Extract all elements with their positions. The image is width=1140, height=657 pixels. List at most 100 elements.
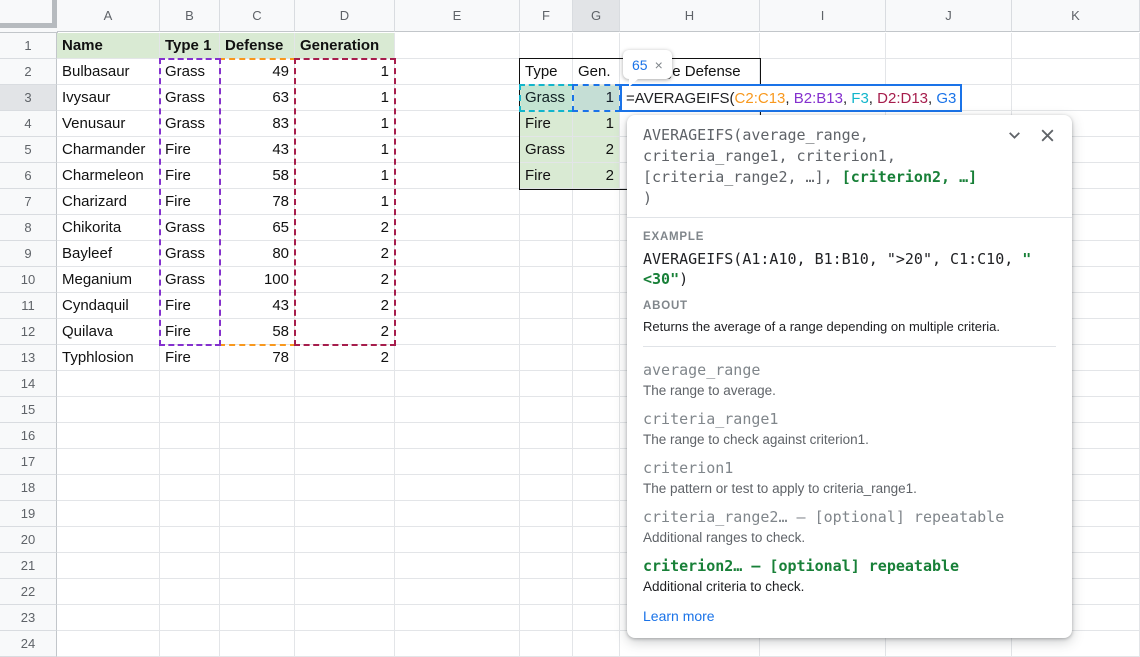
- cell-D9[interactable]: 2: [295, 241, 395, 267]
- cell-F16[interactable]: [520, 423, 573, 449]
- cell-I2[interactable]: [760, 59, 886, 85]
- column-header-D[interactable]: D: [295, 0, 395, 32]
- cell-F19[interactable]: [520, 501, 573, 527]
- cell-F10[interactable]: [520, 267, 573, 293]
- cell-K1[interactable]: [1012, 33, 1140, 59]
- cell-E8[interactable]: [395, 215, 520, 241]
- cell-B4[interactable]: Grass: [160, 111, 220, 137]
- cell-G7[interactable]: [573, 189, 620, 215]
- cell-B21[interactable]: [160, 553, 220, 579]
- row-header-3[interactable]: 3: [0, 85, 57, 111]
- cell-D3[interactable]: 1: [295, 85, 395, 111]
- cell-E2[interactable]: [395, 59, 520, 85]
- row-header-17[interactable]: 17: [0, 449, 57, 475]
- cell-D17[interactable]: [295, 449, 395, 475]
- cell-A20[interactable]: [57, 527, 160, 553]
- cell-A12[interactable]: Quilava: [57, 319, 160, 345]
- cell-B20[interactable]: [160, 527, 220, 553]
- column-header-I[interactable]: I: [760, 0, 886, 32]
- cell-E12[interactable]: [395, 319, 520, 345]
- cell-D22[interactable]: [295, 579, 395, 605]
- cell-F2[interactable]: Type: [520, 59, 573, 85]
- cell-B5[interactable]: Fire: [160, 137, 220, 163]
- cell-A19[interactable]: [57, 501, 160, 527]
- row-header-24[interactable]: 24: [0, 631, 57, 657]
- cell-A1[interactable]: Name: [57, 33, 160, 59]
- cell-E5[interactable]: [395, 137, 520, 163]
- cell-F13[interactable]: [520, 345, 573, 371]
- cell-F15[interactable]: [520, 397, 573, 423]
- column-header-F[interactable]: F: [520, 0, 573, 32]
- cell-D7[interactable]: 1: [295, 189, 395, 215]
- cell-A22[interactable]: [57, 579, 160, 605]
- cell-F24[interactable]: [520, 631, 573, 657]
- cell-D18[interactable]: [295, 475, 395, 501]
- cell-E14[interactable]: [395, 371, 520, 397]
- cell-D21[interactable]: [295, 553, 395, 579]
- cell-F14[interactable]: [520, 371, 573, 397]
- cell-G22[interactable]: [573, 579, 620, 605]
- cell-B2[interactable]: Grass: [160, 59, 220, 85]
- cell-G16[interactable]: [573, 423, 620, 449]
- cell-G5[interactable]: 2: [573, 137, 620, 163]
- cell-D11[interactable]: 2: [295, 293, 395, 319]
- cell-C22[interactable]: [220, 579, 295, 605]
- cell-F18[interactable]: [520, 475, 573, 501]
- row-header-16[interactable]: 16: [0, 423, 57, 449]
- cell-C6[interactable]: 58: [220, 163, 295, 189]
- cell-B14[interactable]: [160, 371, 220, 397]
- learn-more-link[interactable]: Learn more: [643, 608, 1056, 624]
- cell-F11[interactable]: [520, 293, 573, 319]
- cell-F12[interactable]: [520, 319, 573, 345]
- chevron-down-icon[interactable]: [1006, 127, 1023, 144]
- cell-E19[interactable]: [395, 501, 520, 527]
- cell-E22[interactable]: [395, 579, 520, 605]
- cell-C19[interactable]: [220, 501, 295, 527]
- cell-C18[interactable]: [220, 475, 295, 501]
- cell-A16[interactable]: [57, 423, 160, 449]
- column-header-J[interactable]: J: [886, 0, 1012, 32]
- cell-B11[interactable]: Fire: [160, 293, 220, 319]
- cell-A14[interactable]: [57, 371, 160, 397]
- cell-D1[interactable]: Generation: [295, 33, 395, 59]
- cell-A6[interactable]: Charmeleon: [57, 163, 160, 189]
- cell-E17[interactable]: [395, 449, 520, 475]
- cell-D10[interactable]: 2: [295, 267, 395, 293]
- cell-F20[interactable]: [520, 527, 573, 553]
- row-header-22[interactable]: 22: [0, 579, 57, 605]
- cell-G21[interactable]: [573, 553, 620, 579]
- column-header-G[interactable]: G: [573, 0, 620, 32]
- formula-input[interactable]: =AVERAGEIFS(C2:C13, B2:B13, F3, D2:D13, …: [620, 84, 962, 112]
- cell-D12[interactable]: 2: [295, 319, 395, 345]
- cell-J2[interactable]: [886, 59, 1012, 85]
- cell-F23[interactable]: [520, 605, 573, 631]
- cell-K2[interactable]: [1012, 59, 1140, 85]
- cell-E9[interactable]: [395, 241, 520, 267]
- column-header-K[interactable]: K: [1012, 0, 1140, 32]
- row-header-6[interactable]: 6: [0, 163, 57, 189]
- cell-C2[interactable]: 49: [220, 59, 295, 85]
- cell-D15[interactable]: [295, 397, 395, 423]
- cell-B19[interactable]: [160, 501, 220, 527]
- cell-G11[interactable]: [573, 293, 620, 319]
- cell-G18[interactable]: [573, 475, 620, 501]
- cell-G10[interactable]: [573, 267, 620, 293]
- row-header-5[interactable]: 5: [0, 137, 57, 163]
- cell-G9[interactable]: [573, 241, 620, 267]
- cell-F21[interactable]: [520, 553, 573, 579]
- cell-E15[interactable]: [395, 397, 520, 423]
- cell-A8[interactable]: Chikorita: [57, 215, 160, 241]
- cell-A17[interactable]: [57, 449, 160, 475]
- cell-A18[interactable]: [57, 475, 160, 501]
- cell-E24[interactable]: [395, 631, 520, 657]
- cell-C21[interactable]: [220, 553, 295, 579]
- cell-G17[interactable]: [573, 449, 620, 475]
- cell-C14[interactable]: [220, 371, 295, 397]
- cell-G8[interactable]: [573, 215, 620, 241]
- cell-D16[interactable]: [295, 423, 395, 449]
- cell-F7[interactable]: [520, 189, 573, 215]
- cell-E1[interactable]: [395, 33, 520, 59]
- cell-A15[interactable]: [57, 397, 160, 423]
- cell-C8[interactable]: 65: [220, 215, 295, 241]
- cell-A11[interactable]: Cyndaquil: [57, 293, 160, 319]
